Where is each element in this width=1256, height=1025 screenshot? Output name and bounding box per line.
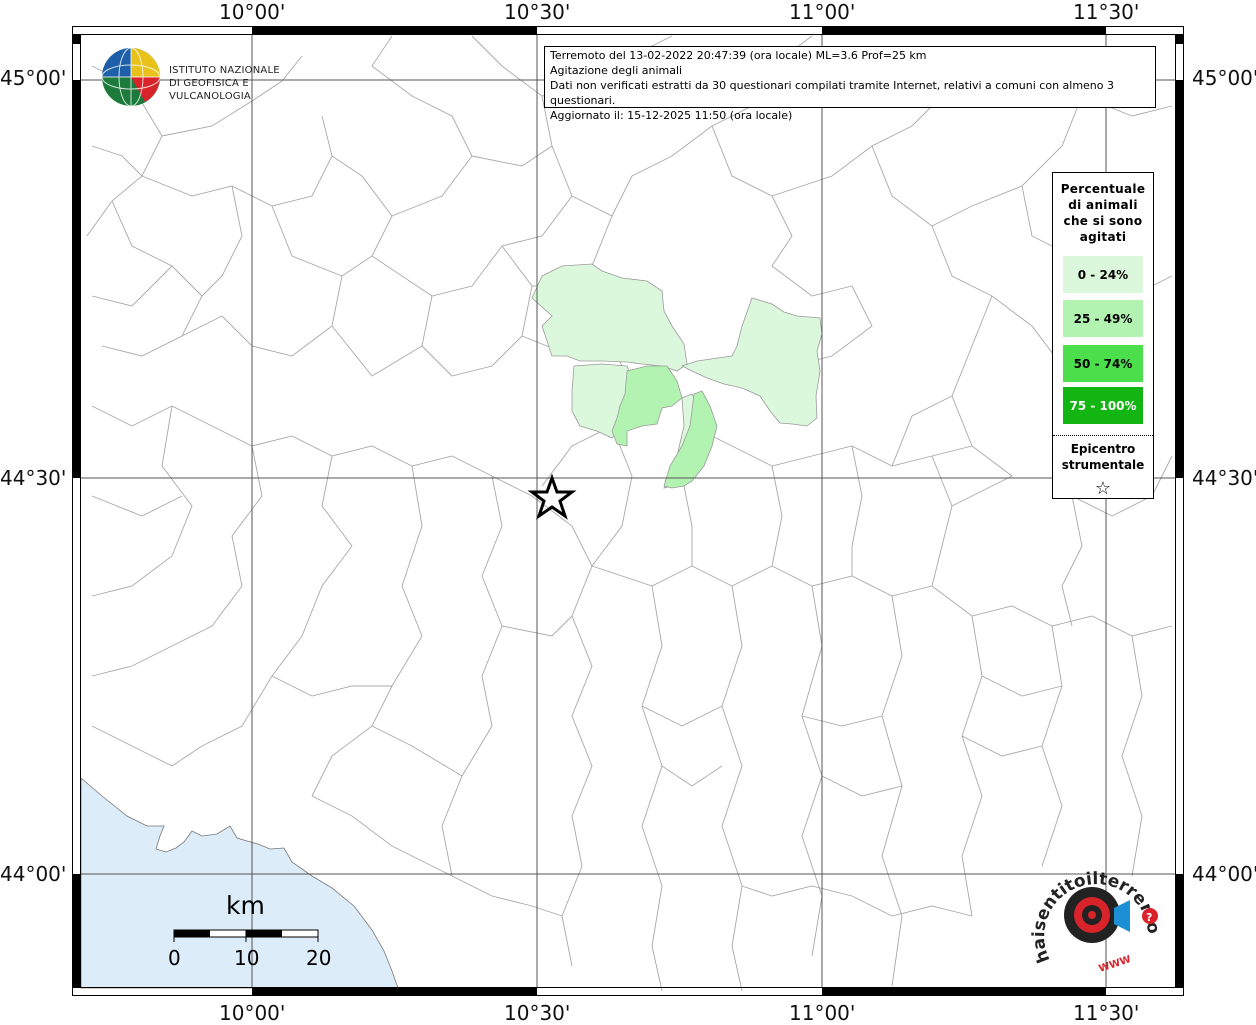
legend-title-line: agitati	[1079, 230, 1127, 244]
lat-label-left-4400: 44°00'	[0, 862, 67, 886]
legend: Percentuale di animali che si sono agita…	[1052, 172, 1154, 499]
scale-tick-10: 10	[234, 946, 260, 970]
hst-www: WWW	[1098, 954, 1133, 975]
colored-municipalities	[531, 263, 823, 489]
legend-title-line: Percentuale	[1060, 182, 1146, 196]
lat-label-left-4500: 45°00'	[0, 66, 67, 90]
ingv-logo[interactable]: ISTITUTO NAZIONALE DI GEOFISICA E VULCAN…	[100, 46, 310, 110]
event-data-note: Dati non verificati estratti da 30 quest…	[550, 79, 1115, 107]
scale-bar-graphic	[173, 929, 319, 942]
lon-label-top-1130: 11°30'	[1073, 0, 1140, 24]
lon-label-bottom-1130: 11°30'	[1073, 1001, 1140, 1025]
lat-label-right-4430: 44°30'	[1192, 466, 1256, 490]
event-info-box: Terremoto del 13-02-2022 20:47:39 (ora l…	[544, 46, 1156, 122]
legend-swatch-25-49: 25 - 49%	[1063, 300, 1143, 337]
legend-swatch-0-24: 0 - 24%	[1063, 256, 1143, 293]
globe-icon	[101, 47, 161, 107]
lon-label-top-1100: 11°00'	[789, 0, 856, 24]
lat-label-right-4400: 44°00'	[1192, 862, 1256, 886]
legend-swatch-50-74: 50 - 74%	[1063, 345, 1143, 382]
event-title: Terremoto del 13-02-2022 20:47:39 (ora l…	[550, 49, 927, 62]
legend-epicenter-label: Epicentro strumentale	[1053, 441, 1153, 473]
legend-divider	[1053, 435, 1153, 436]
event-updated: Aggiornato il: 15-12-2025 11:50 (ora loc…	[550, 109, 793, 122]
legend-title-line: che si sono	[1063, 214, 1143, 228]
lon-label-bottom-1000: 10°00'	[219, 1001, 286, 1025]
map-canvas[interactable]	[72, 26, 1184, 996]
ingv-name: ISTITUTO NAZIONALE DI GEOFISICA E VULCAN…	[169, 64, 310, 103]
lon-label-top-1000: 10°00'	[219, 0, 286, 24]
lon-label-bottom-1100: 11°00'	[789, 1001, 856, 1025]
lat-label-right-4500: 45°00'	[1192, 66, 1256, 90]
municipality-class-0-24[interactable]	[531, 263, 688, 372]
legend-swatch-75-100: 75 - 100%	[1063, 387, 1143, 424]
hst-logo-graphic: haisentitoilterremoto.it ? WWW	[1024, 845, 1163, 975]
legend-star-icon: ☆	[1094, 478, 1112, 499]
legend-epicenter-line-2: strumentale	[1061, 458, 1145, 472]
scale-tick-0: 0	[168, 946, 181, 970]
scale-unit: km	[226, 891, 265, 920]
ingv-line-2: DI GEOFISICA E VULCANOLOGIA	[169, 78, 251, 102]
lon-label-top-1030: 10°30'	[504, 0, 571, 24]
legend-epicenter-line-1: Epicentro	[1070, 442, 1136, 456]
lat-label-left-4430: 44°30'	[0, 466, 67, 490]
epicenter-star[interactable]	[527, 473, 577, 520]
legend-title: Percentuale di animali che si sono agita…	[1053, 181, 1153, 245]
hst-logo[interactable]: haisentitoilterremoto.it ? WWW	[1024, 845, 1170, 980]
scale-tick-20: 20	[306, 946, 332, 970]
ingv-line-1: ISTITUTO NAZIONALE	[169, 65, 280, 76]
legend-title-line: di animali	[1068, 198, 1138, 212]
svg-text:?: ?	[1146, 911, 1152, 924]
event-subtitle: Agitazione degli animali	[550, 64, 683, 77]
map-frame	[72, 26, 1184, 996]
lon-label-bottom-1030: 10°30'	[504, 1001, 571, 1025]
